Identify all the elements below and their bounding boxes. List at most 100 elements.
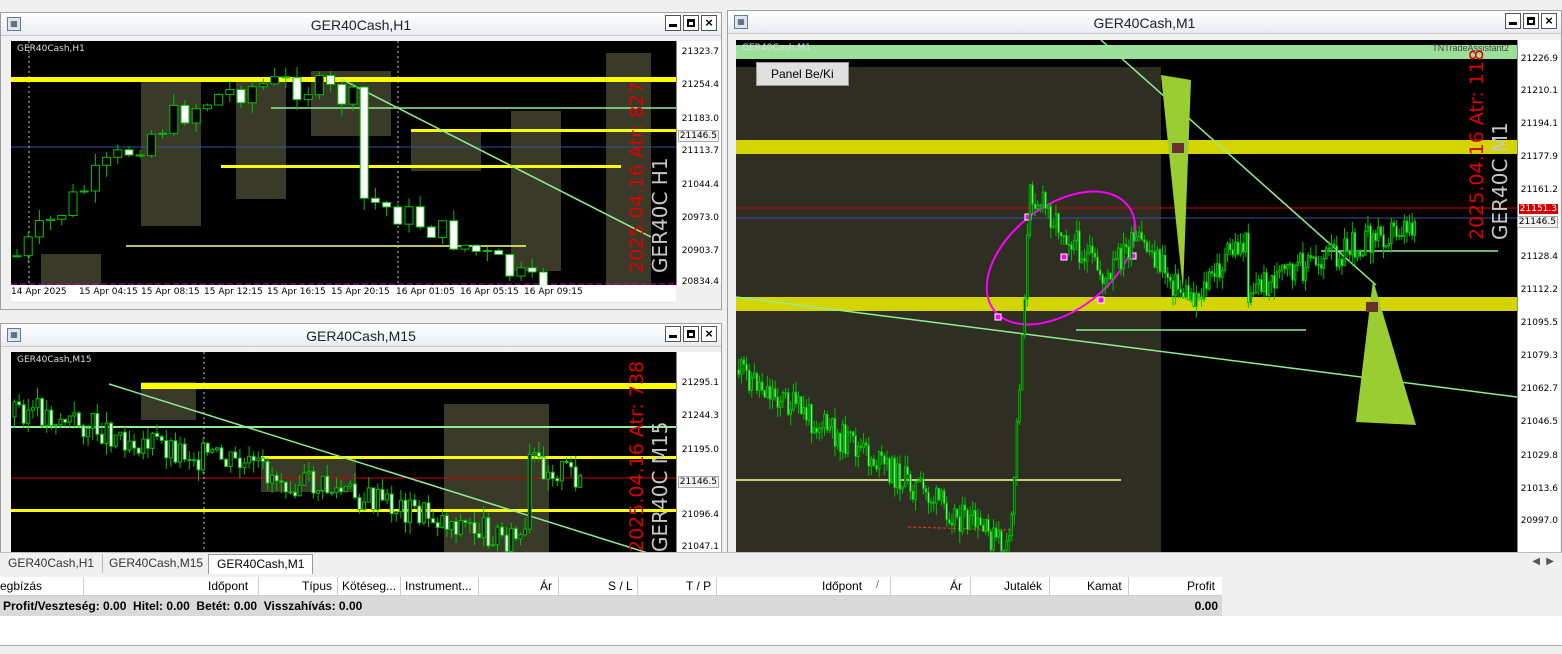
candle-body: [984, 518, 987, 532]
candle-body: [1353, 232, 1357, 258]
candle-body: [979, 517, 982, 526]
tab-m15[interactable]: GER40Cash,M15: [101, 554, 213, 573]
candle-body: [481, 517, 486, 539]
close-button[interactable]: ×: [701, 15, 717, 31]
column-divider[interactable]: [258, 577, 259, 595]
column-header[interactable]: Kamat: [1087, 579, 1122, 593]
tab-scroll-right-icon[interactable]: ▶: [1546, 556, 1554, 567]
chart-window-m15[interactable]: ▦ GER40Cash,M15 × GER40Cash,M15 GER40C M…: [0, 323, 722, 554]
column-divider[interactable]: [558, 577, 559, 595]
candle-body: [1361, 254, 1364, 257]
window-titlebar[interactable]: ▦ GER40Cash,H1 ×: [1, 13, 721, 36]
window-titlebar[interactable]: ▦ GER40Cash,M15 ×: [1, 324, 721, 347]
close-button[interactable]: ×: [1541, 13, 1557, 29]
column-header[interactable]: egbízás: [0, 579, 42, 593]
candle-body: [922, 478, 925, 490]
candle-body: [927, 491, 930, 504]
column-header[interactable]: Időpont: [208, 579, 248, 593]
candle-body: [76, 412, 81, 427]
chart-canvas-m1[interactable]: GER40Cash,M1 TNTradeAssistant2 Panel Be/…: [736, 40, 1517, 554]
price-tick: 21194.1: [1520, 119, 1558, 129]
candle-body: [237, 457, 242, 469]
m1-chart-svg: [736, 40, 1517, 554]
candle-body: [1231, 249, 1234, 256]
column-divider[interactable]: [400, 577, 401, 595]
price-axis-m15[interactable]: 21295.1 21244.3 21195.0 21146.5 21096.4 …: [676, 352, 721, 554]
candle-body: [329, 491, 334, 494]
candle-body: [180, 104, 190, 124]
column-header[interactable]: S / L: [608, 579, 633, 593]
chart-tab-bar: GER40Cash,H1 GER40Cash,M15 GER40Cash,M1 …: [0, 552, 1562, 575]
candle-body: [953, 508, 956, 526]
window-titlebar[interactable]: ▦ GER40Cash,M1 ×: [728, 11, 1561, 34]
close-button[interactable]: ×: [701, 326, 717, 342]
column-divider[interactable]: [637, 577, 638, 595]
candle-body: [786, 392, 790, 415]
time-axis-h1[interactable]: 14 Apr 2025 15 Apr 04:15 15 Apr 08:15 15…: [11, 285, 676, 301]
candle-body: [458, 519, 463, 535]
chart-window-h1[interactable]: ▦ GER40Cash,H1 × GER40Cash,H1 GER40C H1 …: [0, 12, 722, 310]
maximize-button[interactable]: [1523, 13, 1539, 29]
candle-body: [1226, 243, 1229, 256]
candle-body: [1293, 264, 1297, 281]
candle-body: [274, 474, 279, 482]
column-header[interactable]: Kötéseg...: [342, 579, 396, 593]
panel-toggle-button[interactable]: Panel Be/Ki: [756, 62, 849, 86]
candle-body: [569, 461, 574, 468]
column-divider[interactable]: [83, 577, 84, 595]
candle-body: [1364, 230, 1367, 256]
candle-body: [1098, 269, 1102, 276]
column-divider[interactable]: [337, 577, 338, 595]
balance-row[interactable]: Profit/Veszteség: 0.00 Hitel: 0.00 Betét…: [0, 596, 1222, 616]
candle-body: [283, 481, 288, 493]
column-header[interactable]: T / P: [686, 579, 711, 593]
column-header[interactable]: Jutalék: [1004, 579, 1042, 593]
price-axis-m1[interactable]: 21226.9 21210.1 21194.1 21177.9 21161.2 …: [1516, 40, 1560, 554]
column-header[interactable]: Instrument...: [405, 579, 472, 593]
price-tick: 21096.4: [681, 510, 719, 520]
tab-h1[interactable]: GER40Cash,H1: [0, 554, 104, 573]
minimize-button[interactable]: [665, 15, 681, 31]
column-header[interactable]: Ár: [950, 579, 962, 593]
maximize-button[interactable]: [683, 326, 699, 342]
maximize-button[interactable]: [683, 15, 699, 31]
column-header[interactable]: Ár: [540, 579, 552, 593]
tab-m1[interactable]: GER40Cash,M1: [208, 554, 314, 574]
candle-body: [745, 363, 748, 371]
chart-canvas-h1[interactable]: GER40Cash,H1 GER40C H1 2025.04.16 Atr: 8…: [11, 41, 676, 285]
candle-body: [784, 392, 787, 395]
candle-body: [258, 83, 268, 88]
column-header[interactable]: Profit: [1187, 579, 1215, 593]
candle-body: [35, 398, 40, 409]
column-header[interactable]: Időpont: [822, 579, 862, 593]
column-divider[interactable]: [716, 577, 717, 595]
candle-body: [578, 475, 583, 488]
column-header[interactable]: Típus: [302, 579, 332, 593]
candle-body: [12, 401, 17, 418]
price-axis-h1[interactable]: 21323.7 21254.4 21183.0 21146.5 21113.7 …: [676, 41, 721, 287]
candle-body: [53, 424, 58, 427]
chart-window-m1[interactable]: ▦ GER40Cash,M1 × GER40Cash,M1 TNTradeAss…: [727, 10, 1562, 554]
column-divider[interactable]: [1128, 577, 1129, 595]
candle-body: [404, 206, 414, 225]
candle-body: [44, 409, 49, 426]
candle-body: [838, 432, 842, 453]
column-divider[interactable]: [478, 577, 479, 595]
candle-body: [1106, 272, 1110, 280]
minimize-button[interactable]: [1505, 13, 1521, 29]
candle-body: [810, 404, 813, 434]
column-divider[interactable]: [1049, 577, 1050, 595]
candle-body: [760, 381, 764, 391]
minimize-button[interactable]: [665, 326, 681, 342]
candle-body: [1358, 250, 1362, 257]
candle-body: [815, 427, 818, 433]
column-divider[interactable]: [970, 577, 971, 595]
candle-body: [771, 388, 774, 400]
candle-body: [1114, 258, 1117, 261]
candle-body: [1179, 288, 1182, 294]
candle-body: [63, 418, 68, 423]
column-divider[interactable]: [890, 577, 891, 595]
candle-body: [311, 470, 316, 494]
chart-canvas-m15[interactable]: GER40Cash,M15 GER40C M15 2025.04.16 Atr:…: [11, 352, 676, 554]
tab-scroll-left-icon[interactable]: ◀: [1532, 556, 1540, 567]
